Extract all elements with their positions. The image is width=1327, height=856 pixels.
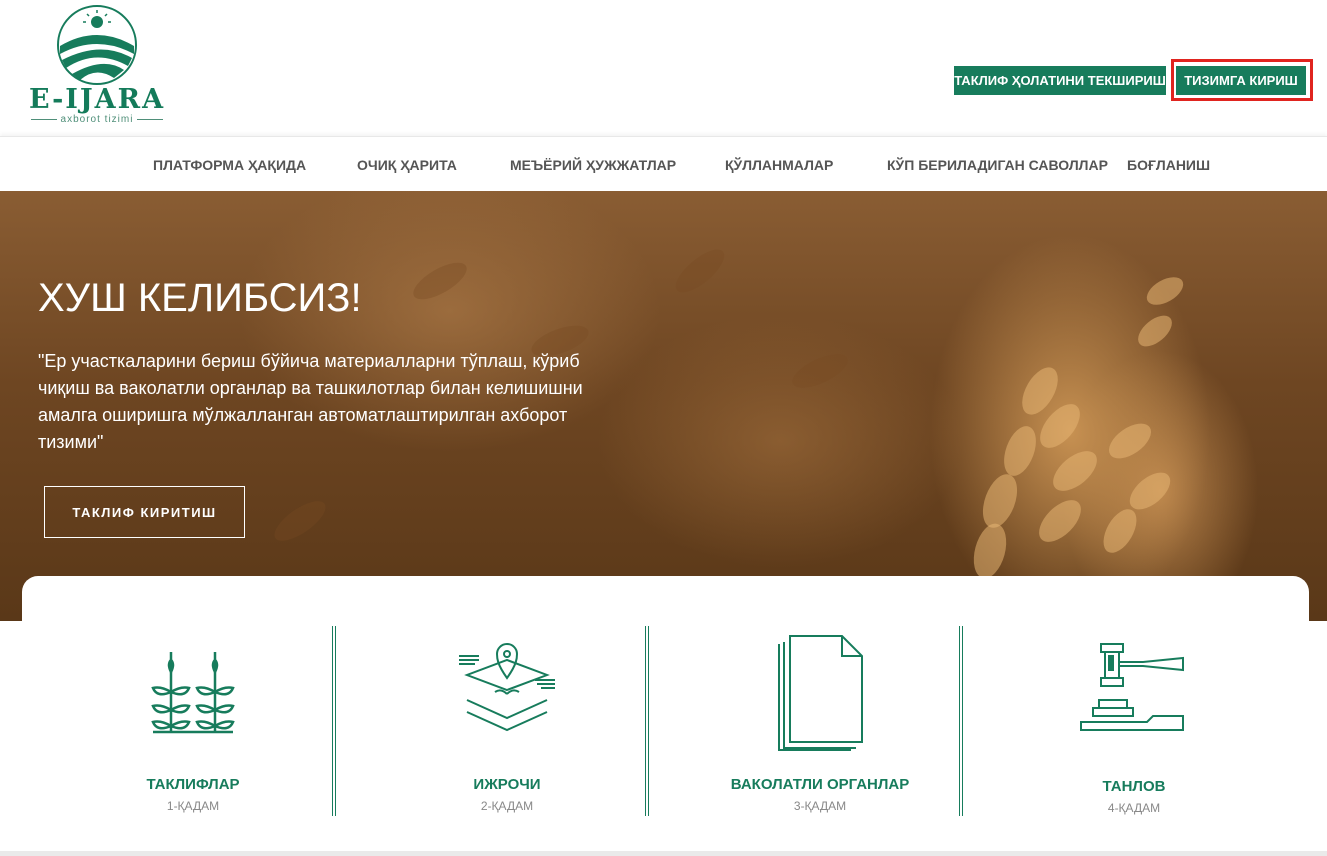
hero-title: ХУШ КЕЛИБСИЗ! bbox=[38, 276, 362, 320]
step-subtitle: 4-ҚАДАМ bbox=[1107, 801, 1161, 815]
step-executor[interactable]: ИЖРОЧИ 2-ҚАДАМ bbox=[352, 576, 662, 856]
step-tender[interactable]: ТАНЛОВ 4-ҚАДАМ bbox=[979, 576, 1289, 856]
nav-item-faq[interactable]: КЎП БЕРИЛАДИГАН САВОЛЛАР bbox=[887, 157, 1108, 173]
login-button[interactable]: ТИЗИМГА КИРИШ bbox=[1176, 66, 1306, 95]
page: E-IJARA axborot tizimi ТАКЛИФ ҲОЛАТИНИ Т… bbox=[0, 0, 1327, 856]
hero-banner: ХУШ КЕЛИБСИЗ! "Ер участкаларини бериш бў… bbox=[0, 191, 1327, 621]
logo-text: E-IJARA bbox=[28, 84, 166, 115]
steps-card: ТАКЛИФЛАР 1-ҚАДАМ ИЖРОЧИ 2-ҚАДАМ ВАКОЛАТ… bbox=[22, 576, 1309, 856]
step-divider bbox=[959, 626, 963, 816]
nav-item-contact[interactable]: БОҒЛАНИШ bbox=[1127, 157, 1210, 173]
logo-emblem-icon bbox=[57, 5, 137, 85]
nav-item-manuals[interactable]: ҚЎЛЛАНМАЛАР bbox=[725, 157, 833, 173]
step-subtitle: 3-ҚАДАМ bbox=[793, 799, 847, 813]
step-proposals[interactable]: ТАКЛИФЛАР 1-ҚАДАМ bbox=[38, 576, 348, 856]
step-subtitle: 1-ҚАДАМ bbox=[166, 799, 220, 813]
main-nav: ПЛАТФОРМА ҲАҚИДА ОЧИҚ ҲАРИТА МЕЪЁРИЙ ҲУЖ… bbox=[0, 136, 1327, 191]
documents-icon bbox=[778, 635, 863, 751]
hero-description: "Ер участкаларини бериш бўйича материалл… bbox=[38, 351, 583, 452]
page-bottom-border bbox=[0, 851, 1327, 856]
nav-item-about[interactable]: ПЛАТФОРМА ҲАҚИДА bbox=[153, 157, 306, 173]
step-divider bbox=[645, 626, 649, 816]
gavel-icon bbox=[1080, 643, 1184, 731]
step-title: ВАКОЛАТЛИ ОРГАНЛАР bbox=[730, 776, 910, 793]
logo[interactable]: E-IJARA axborot tizimi bbox=[22, 4, 172, 125]
nav-item-regulations[interactable]: МЕЪЁРИЙ ҲУЖЖАТЛАР bbox=[510, 157, 676, 173]
step-title: ТАНЛОВ bbox=[1102, 778, 1166, 795]
header: E-IJARA axborot tizimi ТАКЛИФ ҲОЛАТИНИ Т… bbox=[0, 0, 1327, 136]
logo-subtitle: axborot tizimi bbox=[22, 114, 172, 125]
map-pin-layers-icon bbox=[459, 643, 555, 732]
wheat-icon bbox=[151, 652, 235, 734]
submit-proposal-button[interactable]: ТАКЛИФ КИРИТИШ bbox=[44, 486, 245, 538]
step-divider bbox=[332, 626, 336, 816]
nav-item-open-map[interactable]: ОЧИҚ ҲАРИТА bbox=[357, 157, 457, 173]
check-proposal-status-button[interactable]: ТАКЛИФ ҲОЛАТИНИ ТЕКШИРИШ bbox=[954, 66, 1166, 95]
step-title: ТАКЛИФЛАР bbox=[146, 776, 240, 793]
step-subtitle: 2-ҚАДАМ bbox=[480, 799, 534, 813]
step-title: ИЖРОЧИ bbox=[473, 776, 541, 793]
step-authorities[interactable]: ВАКОЛАТЛИ ОРГАНЛАР 3-ҚАДАМ bbox=[665, 576, 975, 856]
